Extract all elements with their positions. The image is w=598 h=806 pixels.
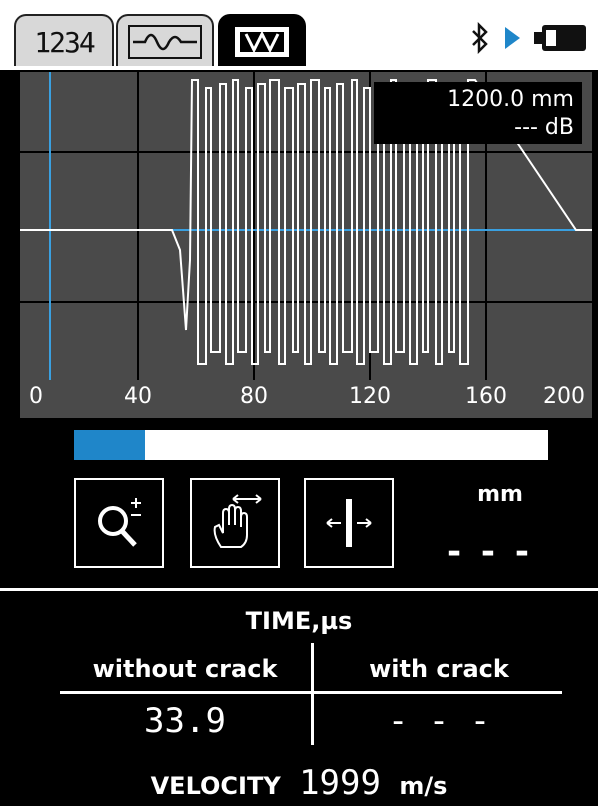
x-axis: 0 40 80 120 160 200 bbox=[20, 380, 592, 418]
db-readout: --- dB bbox=[514, 115, 574, 140]
with-crack-header: with crack bbox=[369, 655, 509, 683]
battery-icon bbox=[534, 25, 586, 51]
results-panel: TIME,µs without crack with crack 33.9 - … bbox=[0, 588, 598, 806]
distance-readout: 1200.0 mm bbox=[447, 87, 574, 112]
top-bar: 1234 bbox=[0, 0, 598, 70]
axis-tick: 120 bbox=[349, 384, 391, 409]
zoom-button[interactable] bbox=[74, 478, 164, 568]
axis-tick: 160 bbox=[465, 384, 507, 409]
status-area bbox=[470, 20, 588, 56]
column-divider bbox=[311, 643, 314, 745]
velocity-unit: m/s bbox=[399, 772, 448, 800]
axis-tick: 80 bbox=[240, 384, 268, 409]
pan-button[interactable] bbox=[190, 478, 280, 568]
zoom-icon bbox=[98, 498, 141, 547]
time-title: TIME,µs bbox=[245, 607, 353, 635]
axis-tick: 0 bbox=[29, 384, 43, 409]
scroll-bar-thumb[interactable] bbox=[74, 430, 146, 460]
scope-view-icon bbox=[235, 27, 289, 57]
with-crack-value: - - - bbox=[387, 701, 491, 741]
cursor-button[interactable] bbox=[304, 478, 394, 568]
without-crack-value: 33.9 bbox=[144, 701, 226, 741]
bluetooth-icon bbox=[472, 22, 488, 54]
cursor-position-icon bbox=[326, 499, 372, 547]
without-crack-header: without crack bbox=[92, 655, 278, 683]
tab-scope[interactable] bbox=[218, 14, 306, 66]
pan-hand-icon bbox=[213, 494, 262, 548]
waveform-icon bbox=[128, 25, 202, 59]
velocity-value: 1999 bbox=[299, 763, 381, 803]
unit-label: mm bbox=[477, 482, 523, 507]
axis-tick: 200 bbox=[543, 384, 585, 409]
tab-numeric[interactable]: 1234 bbox=[14, 14, 114, 66]
play-icon[interactable] bbox=[502, 24, 522, 52]
tab-numeric-label: 1234 bbox=[34, 25, 95, 59]
measurement-readout: 1200.0 mm --- dB bbox=[374, 82, 582, 144]
axis-tick: 40 bbox=[124, 384, 152, 409]
velocity-label: VELOCITY bbox=[150, 772, 281, 800]
tab-waveform[interactable] bbox=[116, 14, 214, 66]
scroll-bar[interactable] bbox=[74, 430, 548, 460]
unit-value: - - - bbox=[446, 532, 533, 572]
velocity-row: VELOCITY 1999 m/s bbox=[0, 763, 598, 803]
